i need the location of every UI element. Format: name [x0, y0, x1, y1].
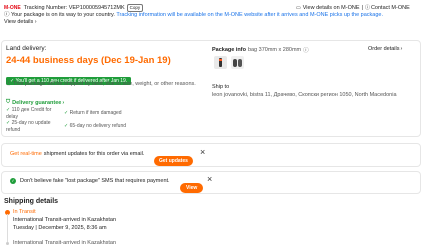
ship-to-label: Ship to	[212, 84, 230, 90]
event-status: In Transit	[13, 209, 36, 215]
sms-view-button[interactable]: View	[180, 176, 204, 194]
updates-prompt: Get real-time shipment updates for this …	[10, 151, 144, 157]
shipping-heading: Shipping details	[4, 198, 59, 205]
help-icon: ⓘ	[303, 48, 309, 54]
shipping-event: International Transit-arrived in Kazakhs…	[5, 240, 116, 246]
event-description: International Transit-arrived in Kazakhs…	[13, 240, 117, 246]
copy-button[interactable]: Copy	[126, 4, 144, 12]
delivery-heading: Land delivery:	[6, 45, 47, 52]
event-time: Tuesday | December 9, 2025, 8:36 am	[13, 225, 107, 231]
guarantee-item: ✓ 110 ден Credit for delay	[6, 107, 52, 120]
ship-to-address: leon jovanovki, bistra 11, Драчево, Скоп…	[212, 92, 397, 98]
chevron-right-icon: ›	[34, 19, 37, 25]
shield-check-icon: ✓	[10, 178, 16, 184]
contact-icon: ⓘ	[364, 5, 370, 11]
guarantee-item: ✓ Return if item damaged	[64, 110, 122, 117]
guarantee-item: ✓ 65-day no delivery refund	[64, 123, 127, 130]
tracking-notice: ⓘ Your package is on its way to your cou…	[4, 12, 418, 26]
tracking-number: Tracking Number: VEP100005945712MK	[23, 5, 125, 11]
separator: |	[361, 4, 363, 11]
event-description: International Transit-arrived in Kazakhs…	[13, 217, 117, 223]
notice-highlight: Tracking information will be available o…	[116, 12, 384, 18]
package-info-value: bag 370mm x 280mm	[247, 47, 302, 53]
updates-prompt-text: shipment updates for this order via emai…	[43, 151, 145, 157]
product-thumbnail[interactable]	[231, 56, 244, 69]
view-details-link[interactable]: View details on M-ONE	[303, 5, 360, 11]
get-updates-button[interactable]: Get updates	[154, 149, 193, 167]
delivery-guarantee[interactable]: ⛉ Delivery guarantee ›	[6, 99, 64, 106]
shield-icon: ⛉	[6, 99, 11, 105]
view-details-short-link[interactable]: View details ›	[4, 19, 37, 25]
guarantee-list: ✓ 110 ден Credit for delay ✓ Return if i…	[6, 107, 206, 133]
product-thumbnails	[214, 56, 244, 69]
sms-warning: ✓ Don't believe fake "lost package" SMS …	[10, 178, 170, 184]
info-circle-icon: ⓘ	[6, 81, 12, 87]
notice-text: Your package is on its way to your count…	[10, 12, 115, 18]
updates-prompt-highlight: Get real-time	[10, 151, 42, 157]
timeline-line	[7, 214, 8, 242]
package-info-label: Package info	[212, 47, 246, 53]
carrier-logo: M-ONE	[4, 5, 21, 11]
order-details-link[interactable]: Order details ›	[368, 46, 402, 52]
close-icon[interactable]: ×	[207, 174, 212, 184]
package-info: Package info bag 370mm x 280mm ⓘ	[212, 46, 309, 54]
sms-warning-text: Don't believe fake "lost package" SMS th…	[20, 178, 170, 184]
guarantee-item: ✓ 25-day no update refund	[6, 120, 51, 133]
close-icon[interactable]: ×	[200, 147, 205, 157]
chevron-right-icon: ›	[400, 46, 403, 52]
shipping-event: In Transit	[5, 209, 36, 215]
info-circle-icon: ⓘ	[4, 12, 10, 18]
delivery-note: ⓘ This package will be shipped by land, …	[6, 81, 196, 87]
transit-dot-icon	[6, 241, 9, 245]
chevron-right-icon: ›	[62, 99, 65, 106]
delivery-days: 24-44 business days (Dec 19-Jan 19)	[6, 55, 171, 66]
product-thumbnail[interactable]	[214, 56, 227, 69]
tracking-header: M-ONE Tracking Number: VEP100005945712MK…	[4, 4, 144, 12]
header-links: ▭ View details on M-ONE | ⓘ Contact M-ON…	[296, 4, 410, 12]
details-icon: ▭	[296, 4, 301, 11]
contact-link[interactable]: Contact M-ONE	[371, 5, 410, 11]
